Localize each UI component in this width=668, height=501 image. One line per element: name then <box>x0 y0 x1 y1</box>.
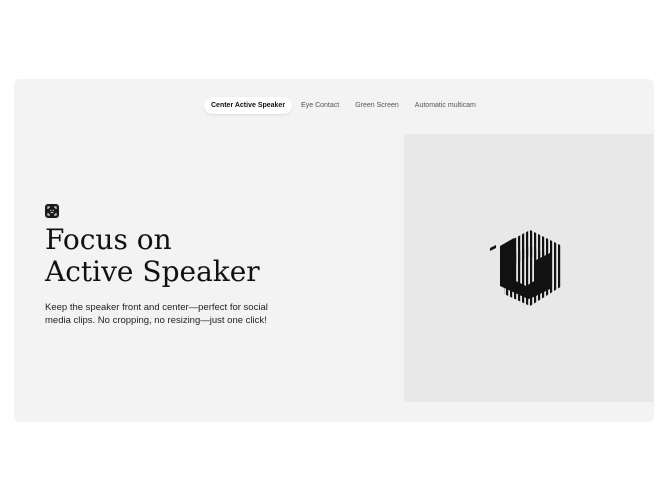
tab-eye-contact[interactable]: Eye Contact <box>294 97 346 114</box>
tab-automatic-multicam[interactable]: Automatic multicam <box>408 97 483 114</box>
tab-center-active-speaker[interactable]: Center Active Speaker <box>204 97 293 114</box>
preview-panel <box>404 134 654 402</box>
feature-tabs: Center Active Speaker Eye Contact Green … <box>204 97 483 114</box>
feature-card: Center Active Speaker Eye Contact Green … <box>14 79 654 422</box>
face-frame-icon <box>45 204 59 218</box>
feature-description: Keep the speaker front and center—perfec… <box>45 302 268 326</box>
headline-line-1: Focus on <box>45 223 172 256</box>
headline-line-2: Active Speaker <box>45 255 260 288</box>
striped-hexagon-logo <box>490 230 562 306</box>
feature-headline: Focus on Active Speaker <box>45 224 385 288</box>
tab-green-screen[interactable]: Green Screen <box>348 97 406 114</box>
